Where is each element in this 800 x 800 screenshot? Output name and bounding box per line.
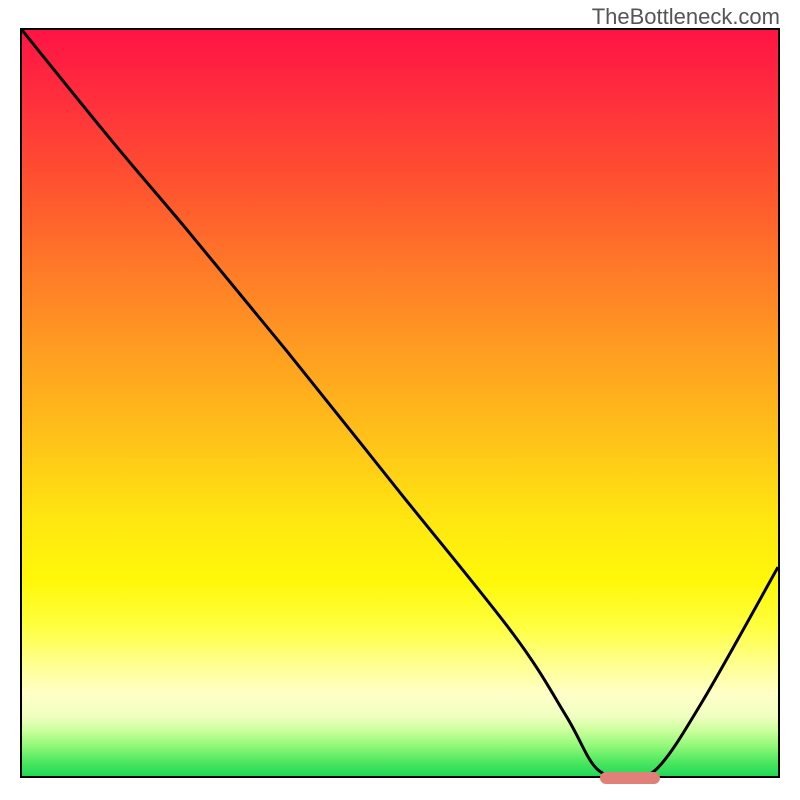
optimal-marker <box>600 772 661 784</box>
chart-curve-svg <box>22 30 778 776</box>
chart-plot-area <box>20 28 780 778</box>
bottleneck-curve-line <box>22 30 778 776</box>
watermark-text: TheBottleneck.com <box>592 4 780 30</box>
